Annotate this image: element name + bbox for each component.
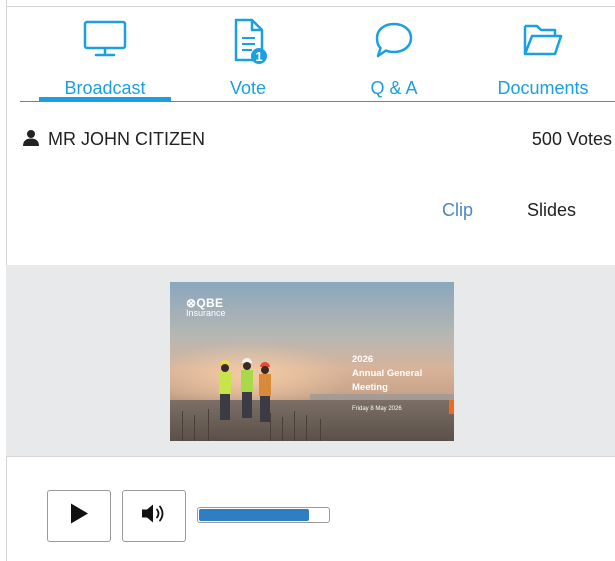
- slide-title-line2: Meeting: [352, 382, 388, 393]
- slides-toggle[interactable]: Slides: [527, 200, 576, 221]
- user-info-row: MR JOHN CITIZEN 500 Votes: [22, 124, 612, 152]
- tab-vote[interactable]: 1 Vote: [190, 14, 306, 102]
- tab-bar-divider: [20, 101, 615, 102]
- tab-qa-label: Q & A: [370, 78, 418, 98]
- clip-toggle[interactable]: Clip: [442, 200, 473, 221]
- tab-broadcast-label: Broadcast: [64, 78, 146, 98]
- tab-documents-label: Documents: [497, 78, 589, 98]
- volume-level-fill: [199, 509, 309, 521]
- presentation-slide: ⊗QBE Insurance 2026 Annual General Meeti…: [170, 282, 454, 441]
- play-button[interactable]: [47, 490, 111, 542]
- slide-ground: [170, 400, 454, 441]
- slide-accent-mark: [449, 400, 454, 414]
- tab-qa[interactable]: Q & A: [320, 14, 468, 102]
- slide-date: Friday 8 May 2026: [352, 406, 402, 412]
- tab-documents[interactable]: Documents: [475, 14, 611, 102]
- play-icon: [68, 502, 90, 531]
- folder-icon: [521, 20, 565, 65]
- tab-vote-label: Vote: [229, 78, 267, 98]
- volume-button[interactable]: [122, 490, 186, 542]
- tab-bar: Broadcast 1 Vote Q & A Documents: [20, 14, 615, 102]
- tab-broadcast[interactable]: Broadcast: [20, 14, 190, 102]
- media-divider: [6, 456, 615, 457]
- document-icon: 1: [226, 16, 270, 71]
- volume-slider[interactable]: [197, 507, 330, 523]
- monitor-icon: [83, 20, 127, 65]
- vote-count: 500 Votes: [531, 129, 612, 149]
- user-name: MR JOHN CITIZEN: [48, 129, 205, 149]
- speech-bubble-icon: [372, 20, 416, 67]
- person-icon: [22, 129, 40, 152]
- frame-border-top: [6, 6, 615, 7]
- vote-badge-count: 1: [255, 49, 262, 64]
- slide-title-line1: Annual General: [352, 368, 423, 379]
- speaker-icon: [140, 503, 168, 530]
- slide-year: 2026: [352, 354, 374, 365]
- qbe-logo-subtitle: Insurance: [186, 308, 226, 318]
